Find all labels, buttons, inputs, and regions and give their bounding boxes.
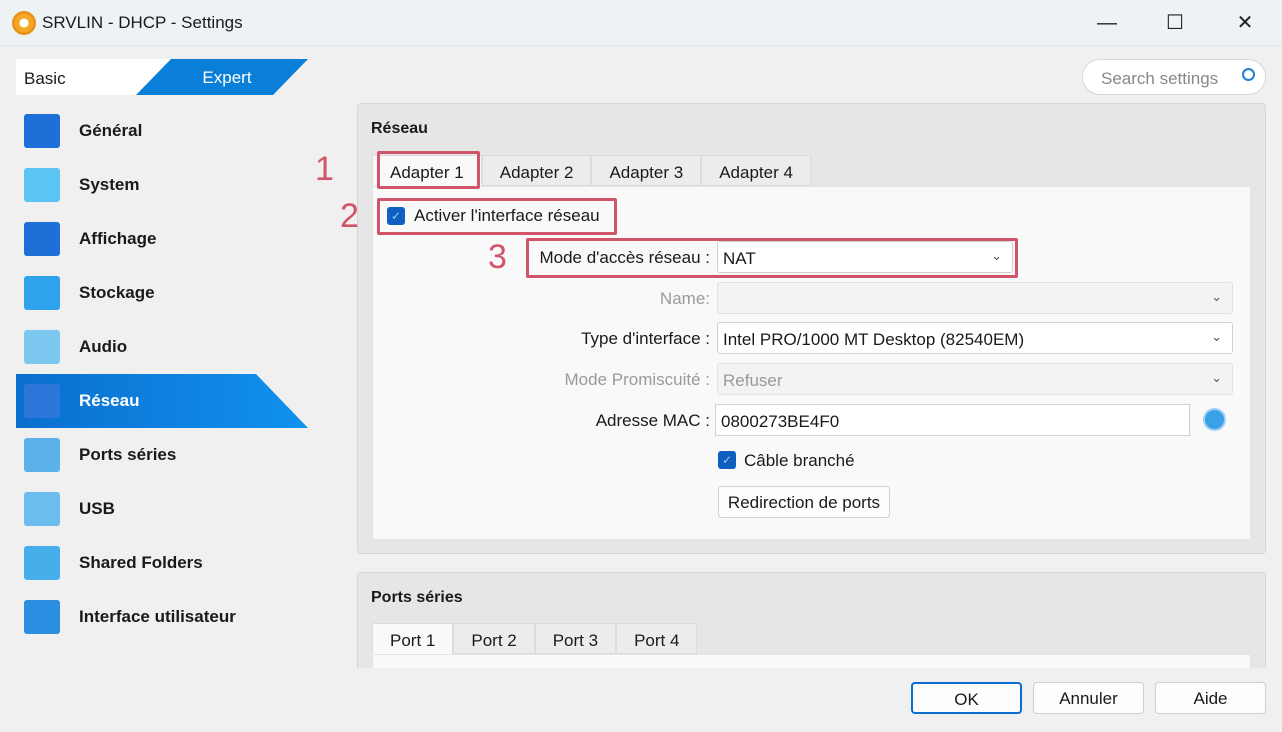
promisc-value: Refuser: [723, 371, 783, 390]
annotation-3: 3: [488, 238, 507, 276]
tab-port-2[interactable]: Port 2: [453, 623, 535, 654]
sidebar-item-label: Stockage: [79, 283, 155, 302]
sidebar-item-label: System: [79, 175, 140, 194]
network-icon: [24, 384, 60, 418]
tab-port-4[interactable]: Port 4: [616, 623, 698, 654]
promiscuous-mode-select[interactable]: Refuser ⌄: [717, 363, 1233, 395]
sidebar-item-label: Affichage: [79, 229, 157, 248]
maximize-button[interactable]: ☐: [1152, 8, 1198, 38]
highlight-box-1: [377, 151, 480, 189]
mac-label: Adresse MAC :: [595, 411, 710, 430]
mac-address-input[interactable]: 0800273BE4F0: [715, 404, 1190, 436]
serial-port-icon: [24, 438, 60, 472]
highlight-box-3: [526, 238, 1018, 278]
speaker-icon: [24, 330, 60, 364]
sidebar: Général System Affichage Stockage Audio Résea…: [16, 104, 308, 644]
sidebar-item-system[interactable]: System: [16, 158, 308, 212]
title-bar: SRVLIN - DHCP - Settings — ☐ ✕: [0, 0, 1282, 46]
disk-icon: [24, 276, 60, 310]
sidebar-item-r-seau[interactable]: Réseau: [16, 374, 308, 428]
adapter-type-select[interactable]: Intel PRO/1000 MT Desktop (82540EM) ⌄: [717, 322, 1233, 354]
search-input[interactable]: Search settings: [1082, 59, 1266, 95]
type-label: Type d'interface :: [581, 329, 710, 348]
cable-connected-checkbox[interactable]: ✓: [718, 451, 736, 469]
ok-button[interactable]: OK: [911, 682, 1022, 714]
sidebar-item-label: Interface utilisateur: [79, 607, 236, 626]
close-button[interactable]: ✕: [1222, 8, 1268, 38]
name-label: Name:: [659, 289, 710, 308]
settings-gear-icon: [12, 11, 36, 35]
sidebar-item-label: Ports séries: [79, 445, 177, 464]
help-button[interactable]: Aide: [1155, 682, 1266, 714]
highlight-box-2: [377, 198, 617, 235]
annotation-2: 2: [340, 197, 359, 235]
tab-adapter-3[interactable]: Adapter 3: [591, 155, 702, 186]
type-value: Intel PRO/1000 MT Desktop (82540EM): [723, 330, 1025, 349]
section-title: Réseau: [371, 120, 428, 137]
port-tabs: Port 1 Port 2 Port 3 Port 4: [372, 623, 698, 654]
sidebar-item-stockage[interactable]: Stockage: [16, 266, 308, 320]
search-icon[interactable]: [1242, 68, 1255, 81]
sidebar-item-g-n-ral[interactable]: Général: [16, 104, 308, 158]
sidebar-item-affichage[interactable]: Affichage: [16, 212, 308, 266]
sidebar-item-label: Shared Folders: [79, 553, 203, 572]
chevron-down-icon: ⌄: [1211, 329, 1222, 344]
port-forwarding-button[interactable]: Redirection de ports: [718, 486, 890, 518]
mode-switch: Basic Expert: [16, 59, 308, 95]
sidebar-item-audio[interactable]: Audio: [16, 320, 308, 374]
cancel-button[interactable]: Annuler: [1033, 682, 1144, 714]
sidebar-item-shared-folders[interactable]: Shared Folders: [16, 536, 308, 590]
chevron-down-icon: ⌄: [1211, 370, 1222, 385]
monitor-icon: [24, 114, 60, 148]
sidebar-item-interface-utilisateur[interactable]: Interface utilisateur: [16, 590, 308, 644]
name-select[interactable]: ⌄: [717, 282, 1233, 314]
cable-connected-label: Câble branché: [744, 451, 855, 470]
refresh-mac-icon[interactable]: [1203, 408, 1226, 431]
sidebar-item-label: USB: [79, 499, 115, 518]
sidebar-item-label: Général: [79, 121, 143, 140]
promisc-label: Mode Promiscuité :: [564, 370, 711, 389]
folder-icon: [24, 546, 60, 580]
tab-port-1[interactable]: Port 1: [372, 623, 454, 654]
section-title: Ports séries: [371, 589, 463, 606]
chip-icon: [24, 168, 60, 202]
tab-adapter-4[interactable]: Adapter 4: [701, 155, 811, 186]
ui-window-icon: [24, 600, 60, 634]
tab-adapter-2[interactable]: Adapter 2: [481, 155, 592, 186]
sidebar-item-usb[interactable]: USB: [16, 482, 308, 536]
sidebar-item-label: Réseau: [79, 391, 140, 410]
mac-value: 0800273BE4F0: [721, 412, 840, 431]
chevron-down-icon: ⌄: [1211, 289, 1222, 304]
minimize-button[interactable]: —: [1084, 8, 1130, 38]
window-title: SRVLIN - DHCP - Settings: [42, 13, 243, 32]
tab-port-3[interactable]: Port 3: [534, 623, 617, 654]
sidebar-item-label: Audio: [79, 337, 128, 356]
sidebar-item-ports-s-ries[interactable]: Ports séries: [16, 428, 308, 482]
display-icon: [24, 222, 60, 256]
annotation-1: 1: [315, 150, 334, 188]
usb-icon: [24, 492, 60, 526]
search-placeholder: Search settings: [1101, 69, 1219, 88]
footer: OK Annuler Aide: [0, 668, 1282, 732]
